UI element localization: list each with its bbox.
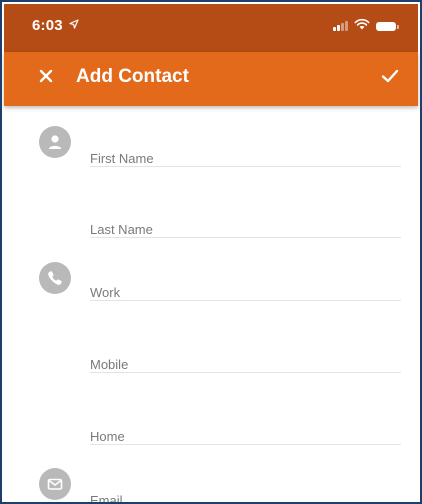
battery-icon xyxy=(376,21,399,31)
cellular-signal-icon xyxy=(333,21,348,31)
email-icon xyxy=(39,468,71,500)
location-arrow-icon xyxy=(69,19,79,33)
mobile-phone-input[interactable] xyxy=(90,332,401,384)
email-input[interactable] xyxy=(90,468,401,502)
home-phone-field[interactable] xyxy=(90,404,401,456)
status-bar: 6:03 xyxy=(4,4,418,52)
person-icon xyxy=(39,126,71,158)
status-time-text: 6:03 xyxy=(32,17,63,34)
home-phone-input[interactable] xyxy=(90,404,401,456)
phone-screen: 6:03 Add Contact First Name Last Name Wo… xyxy=(0,0,422,504)
close-icon xyxy=(39,69,53,88)
app-bar: Add Contact xyxy=(4,52,418,106)
wifi-icon xyxy=(354,17,370,35)
first-name-field[interactable] xyxy=(90,126,401,178)
first-name-input[interactable] xyxy=(90,126,401,178)
status-time: 6:03 xyxy=(32,17,79,34)
last-name-field[interactable] xyxy=(90,197,401,249)
phone-icon xyxy=(39,262,71,294)
work-phone-input[interactable] xyxy=(90,260,401,312)
close-button[interactable] xyxy=(32,64,60,92)
save-contact-button[interactable] xyxy=(374,64,406,92)
checkmark-icon xyxy=(380,68,400,89)
work-phone-field[interactable] xyxy=(90,260,401,312)
mobile-phone-field[interactable] xyxy=(90,332,401,384)
status-icons xyxy=(333,17,399,35)
page-title: Add Contact xyxy=(76,66,189,87)
email-field[interactable] xyxy=(90,468,401,502)
last-name-input[interactable] xyxy=(90,197,401,249)
